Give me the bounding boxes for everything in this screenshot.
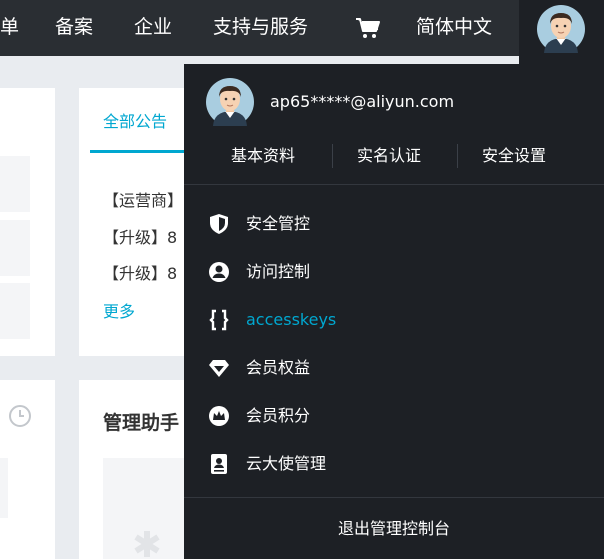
menu-item-label: 会员权益 <box>246 358 311 377</box>
avatar-icon <box>206 78 254 126</box>
nav-item-support[interactable]: 支持与服务 <box>213 0 308 56</box>
user-circle-icon <box>209 262 229 282</box>
lower-left-block <box>0 458 8 518</box>
shield-icon <box>210 214 228 234</box>
id-card-icon <box>211 454 227 474</box>
account-avatar-button[interactable] <box>519 0 604 64</box>
braces-icon <box>209 309 229 331</box>
helper-title: 管理助手 <box>103 412 180 434</box>
asterisk-icon <box>134 531 160 557</box>
menu-item-label: 会员积分 <box>246 406 311 425</box>
more-link[interactable]: 更多 <box>103 298 135 322</box>
link-real-name-auth[interactable]: 实名认证 <box>357 142 421 170</box>
menu-item-label: 云大使管理 <box>246 454 327 473</box>
overview-block <box>0 283 30 339</box>
link-basic-info[interactable]: 基本资料 <box>231 142 295 170</box>
clock-icon <box>9 405 31 427</box>
announcement-item[interactable]: 【升级】8 <box>103 224 183 248</box>
menu-item-cloud-ambassador[interactable]: 云大使管理 <box>184 440 604 488</box>
tab-all-announcements[interactable]: 全部公告 <box>103 108 167 132</box>
link-separator <box>332 144 333 168</box>
language-switch[interactable]: 简体中文 <box>416 0 492 56</box>
diamond-icon <box>209 360 229 377</box>
menu-item-label: accesskeys <box>246 310 337 329</box>
link-security-settings[interactable]: 安全设置 <box>482 142 546 170</box>
nav-item-order[interactable]: 单 <box>0 0 19 56</box>
menu-item-accesskeys[interactable]: accesskeys <box>184 296 604 344</box>
menu-item-access-control[interactable]: 访问控制 <box>184 248 604 296</box>
tab-active-indicator <box>90 150 184 153</box>
menu-divider <box>184 184 604 185</box>
nav-item-filing[interactable]: 备案 <box>55 0 93 56</box>
avatar-icon <box>537 5 585 53</box>
menu-item-label: 安全管控 <box>246 214 311 233</box>
account-email: ap65*****@aliyun.com <box>270 92 455 111</box>
menu-item-security-control[interactable]: 安全管控 <box>184 200 604 248</box>
top-nav: 单 备案 企业 支持与服务 简体中文 <box>0 0 604 56</box>
account-links: 基本资料 实名认证 安全设置 <box>184 142 604 170</box>
announcement-item[interactable]: 【升级】8 <box>103 260 183 284</box>
menu-item-member-points[interactable]: 会员积分 <box>184 392 604 440</box>
cart-icon[interactable] <box>355 17 381 39</box>
overview-block <box>0 156 30 212</box>
logout-button[interactable]: 退出管理控制台 <box>184 498 604 559</box>
menu-item-member-benefits[interactable]: 会员权益 <box>184 344 604 392</box>
nav-item-enterprise[interactable]: 企业 <box>134 0 172 56</box>
crown-icon <box>209 406 229 426</box>
announcement-item[interactable]: 【运营商】 <box>103 187 183 211</box>
link-separator <box>457 144 458 168</box>
account-dropdown: ap65*****@aliyun.com 基本资料 实名认证 安全设置 安全管控… <box>184 64 604 559</box>
overview-block <box>0 220 30 276</box>
menu-item-label: 访问控制 <box>246 262 311 281</box>
overview-card <box>0 88 55 356</box>
